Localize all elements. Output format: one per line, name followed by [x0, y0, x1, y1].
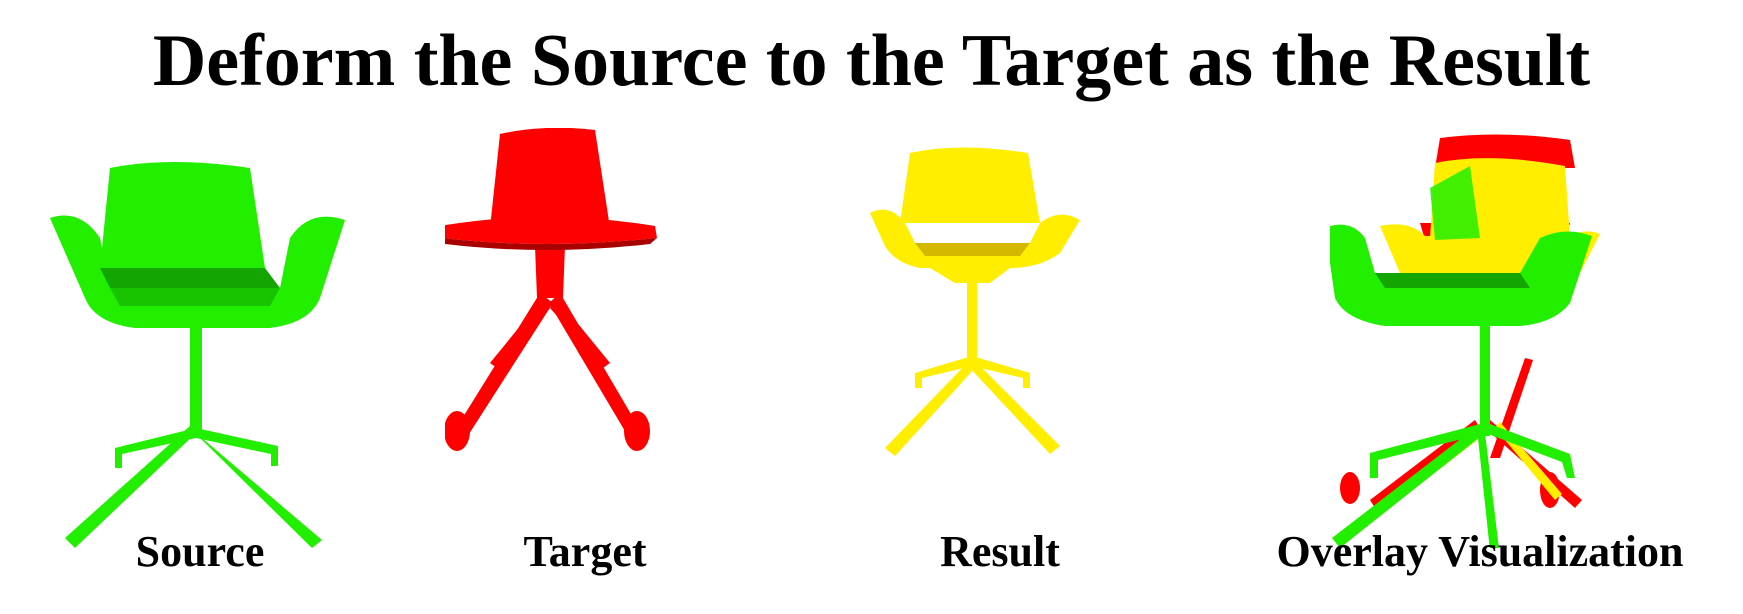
result-label: Result	[940, 527, 1060, 576]
overlay-chair-image	[1330, 134, 1600, 548]
source-label: Source	[135, 527, 265, 576]
target-panel	[445, 128, 765, 548]
result-panel	[860, 128, 1180, 548]
figure-title: Deform the Source to the Target as the R…	[152, 20, 1591, 102]
source-panel	[40, 128, 360, 548]
overlay-label: Overlay Visualization	[1276, 527, 1684, 576]
source-chair-image	[50, 162, 345, 548]
target-label: Target	[523, 527, 647, 576]
result-chair-image	[870, 147, 1080, 456]
target-chair-image	[445, 128, 657, 451]
overlay-panel	[1330, 128, 1650, 548]
